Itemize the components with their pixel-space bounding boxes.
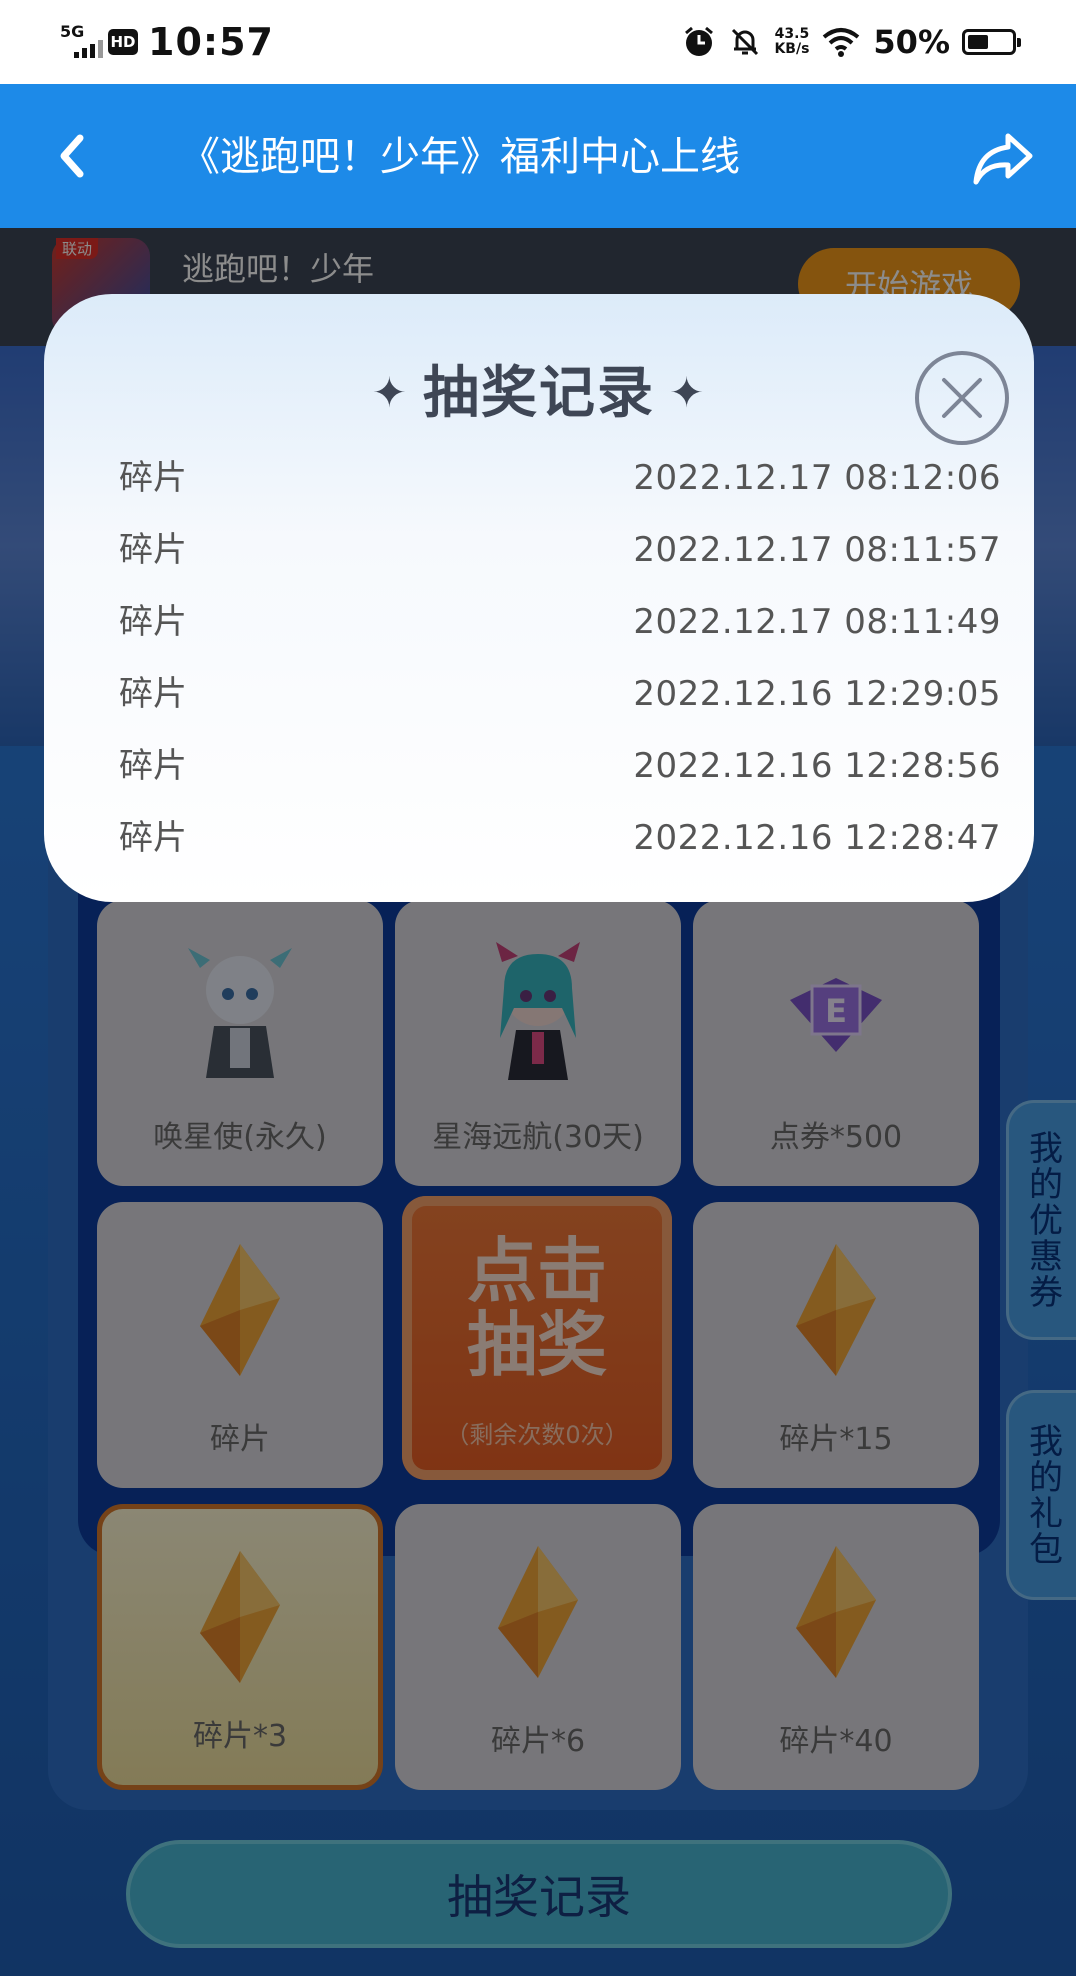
wifi-icon xyxy=(823,28,860,57)
record-time: 2022.12.17 08:11:49 xyxy=(633,602,1001,642)
record-item: 碎片 xyxy=(119,458,187,498)
net-speed: 43.5 KB/s xyxy=(774,26,810,57)
cellular-signal-icon: 5G xyxy=(60,22,104,62)
sparkle-icon: ✦ xyxy=(371,368,409,418)
status-bar: 5G HD 10:57 43.5 KB/s 50% xyxy=(0,0,1076,84)
record-row: 碎片 2022.12.17 08:11:57 xyxy=(119,514,1001,586)
alarm-icon xyxy=(685,26,714,56)
record-item: 碎片 xyxy=(119,818,187,858)
record-row: 碎片 2022.12.16 12:28:47 xyxy=(119,802,1001,874)
record-item: 碎片 xyxy=(119,674,187,714)
record-item: 碎片 xyxy=(119,530,187,570)
mute-bell-icon xyxy=(732,28,759,56)
record-list: 碎片 2022.12.17 08:12:06 碎片 2022.12.17 08:… xyxy=(119,442,1001,874)
record-row: 碎片 2022.12.16 12:29:05 xyxy=(119,658,1001,730)
battery-icon xyxy=(962,29,1021,55)
modal-title: ✦ 抽奖记录 ✦ xyxy=(371,361,707,426)
record-time: 2022.12.17 08:11:57 xyxy=(633,530,1001,570)
close-icon[interactable] xyxy=(912,348,1012,448)
hd-icon: HD xyxy=(108,29,138,55)
record-time: 2022.12.17 08:12:06 xyxy=(633,458,1001,498)
share-icon[interactable] xyxy=(970,124,1036,190)
battery-percent: 50% xyxy=(873,23,950,61)
page-title: 《逃跑吧！少年》福利中心上线 xyxy=(180,134,740,180)
record-item: 碎片 xyxy=(119,602,187,642)
back-arrow-icon[interactable] xyxy=(44,126,104,186)
record-row: 碎片 2022.12.17 08:11:49 xyxy=(119,586,1001,658)
record-row: 碎片 2022.12.16 12:28:56 xyxy=(119,730,1001,802)
record-time: 2022.12.16 12:29:05 xyxy=(633,674,1001,714)
app-header: 《逃跑吧！少年》福利中心上线 xyxy=(0,84,1076,228)
draw-records-modal: ✦ 抽奖记录 ✦ 碎片 2022.12.17 08:12:06 碎片 2022.12… xyxy=(44,294,1034,902)
record-time: 2022.12.16 12:28:47 xyxy=(633,818,1001,858)
record-row: 碎片 2022.12.17 08:12:06 xyxy=(119,442,1001,514)
status-time: 10:57 xyxy=(148,20,274,64)
record-item: 碎片 xyxy=(119,746,187,786)
record-time: 2022.12.16 12:28:56 xyxy=(633,746,1001,786)
sparkle-icon: ✦ xyxy=(669,368,707,418)
